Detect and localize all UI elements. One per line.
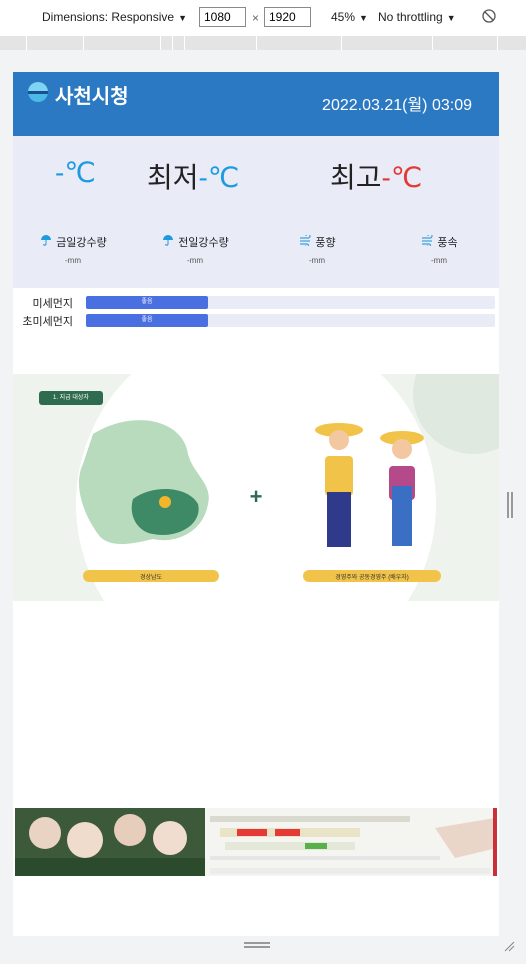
current-temperature: -℃ (55, 156, 96, 189)
fine-dust-row: 미세먼지 좋음 (13, 295, 499, 310)
svg-text:+: + (250, 484, 263, 509)
media-query-ruler[interactable] (0, 36, 526, 50)
region-caption: 경상남도 (139, 575, 163, 581)
max-temp-value: - (381, 162, 391, 193)
throttling-dropdown[interactable]: No throttling ▼ (378, 10, 456, 24)
resize-corner-icon[interactable] (503, 940, 515, 955)
devtools-toolbar: Dimensions: Responsive▼ × 45%▼ No thrott… (0, 0, 526, 36)
emulated-page: 사천시청 2022.03.21(월) 03:09 -℃ 최저-℃ 최고-℃ 금일… (13, 72, 499, 936)
chevron-down-icon: ▼ (446, 13, 456, 23)
umbrella-icon (39, 234, 53, 249)
current-temp-value: - (55, 157, 65, 188)
throttling-label: No throttling (378, 10, 443, 24)
wind-icon (420, 233, 434, 249)
site-title[interactable]: 사천시청 (55, 80, 129, 109)
width-input[interactable] (199, 7, 246, 27)
yesterday-rainfall: 전일강수량 -mm (145, 234, 245, 265)
wind-speed: 풍속 -mm (389, 233, 489, 265)
temp-unit: ℃ (64, 157, 96, 188)
recipient-caption: 경영주와 공동경영주 (배우자) (335, 575, 409, 581)
height-input[interactable] (264, 7, 311, 27)
max-temp-label: 최고 (330, 162, 382, 193)
ultrafine-dust-bar: 좋음 (86, 314, 495, 327)
yesterday-rainfall-label: 전일강수량 (178, 237, 229, 249)
resize-handle-bottom[interactable] (244, 942, 270, 948)
yesterday-rainfall-value: -mm (187, 256, 203, 265)
eligibility-illustration: + (39, 374, 499, 601)
wind-speed-value: -mm (431, 256, 447, 265)
wind-direction: 풍향 -mm (267, 233, 367, 265)
ultrafine-dust-row: 초미세먼지 좋음 (13, 313, 499, 328)
city-logo-icon[interactable] (28, 82, 48, 102)
today-rainfall-value: -mm (65, 256, 81, 265)
promo-illustration (15, 808, 497, 876)
weather-panel: -℃ 최저-℃ 최고-℃ 금일강수량 -mm 전일강수량 -mm 풍향 -mm … (13, 136, 499, 288)
max-temperature: 최고-℃ (330, 156, 422, 196)
wind-direction-label: 풍향 (315, 237, 336, 249)
wind-speed-label: 풍속 (437, 237, 458, 249)
temp-unit: ℃ (390, 162, 423, 193)
times-sign: × (252, 11, 260, 25)
today-rainfall: 금일강수량 -mm (23, 234, 123, 265)
dimensions-label: Dimensions: Responsive (42, 10, 175, 24)
resize-handle-right[interactable] (507, 492, 513, 518)
chevron-down-icon: ▼ (359, 13, 368, 23)
rotate-icon[interactable] (482, 9, 496, 26)
wind-direction-value: -mm (309, 256, 325, 265)
fine-dust-label: 미세먼지 (32, 298, 73, 310)
umbrella-icon (161, 234, 175, 249)
fine-dust-status: 좋음 (86, 296, 208, 309)
eligibility-banner[interactable]: + 1. 지급 대상자 경상남도 경영주와 공동경영주 (배우자) (13, 374, 499, 601)
zoom-label: 45% (331, 10, 356, 24)
today-rainfall-label: 금일강수량 (56, 237, 107, 249)
wind-icon (298, 233, 312, 249)
fine-dust-bar: 좋음 (86, 296, 495, 309)
eligibility-tag: 1. 지급 대상자 (53, 395, 89, 401)
current-datetime: 2022.03.21(월) 03:09 (322, 97, 472, 114)
min-temperature: 최저-℃ (147, 156, 239, 196)
dimensions-dropdown[interactable]: Dimensions: Responsive ▼ (42, 10, 187, 24)
ultrafine-dust-status: 좋음 (86, 314, 208, 327)
zoom-dropdown[interactable]: 45% ▼ (331, 10, 368, 24)
promo-banner[interactable] (15, 808, 497, 876)
min-temp-label: 최저 (147, 162, 199, 193)
site-header: 사천시청 2022.03.21(월) 03:09 (13, 72, 499, 136)
temp-unit: ℃ (207, 162, 240, 193)
ultrafine-dust-label: 초미세먼지 (22, 316, 73, 328)
min-temp-value: - (198, 162, 208, 193)
chevron-down-icon: ▼ (178, 13, 187, 23)
